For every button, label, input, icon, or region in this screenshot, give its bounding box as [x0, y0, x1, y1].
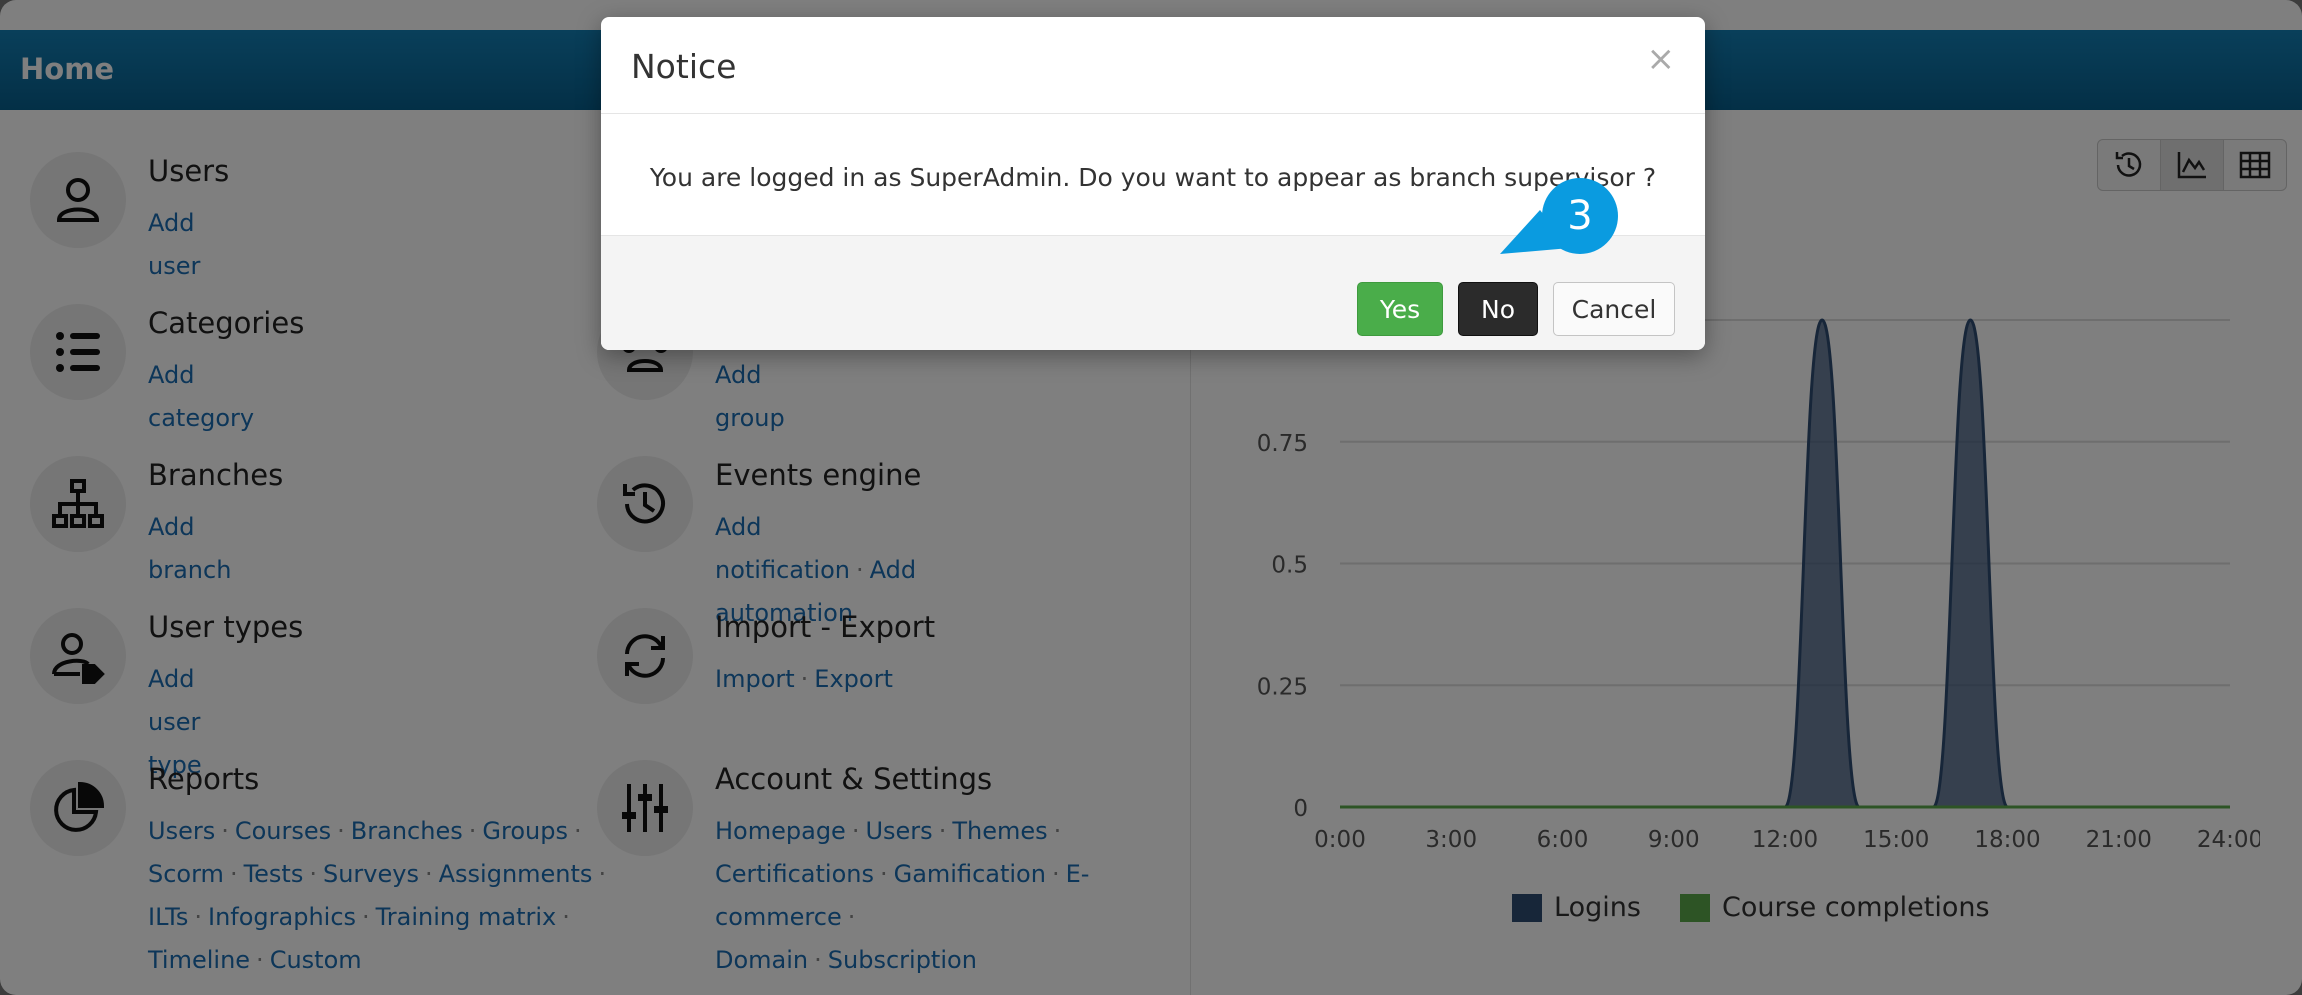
- no-button[interactable]: No: [1458, 282, 1538, 336]
- step-number: 3: [1567, 193, 1592, 239]
- dialog-header: Notice ×: [601, 17, 1705, 114]
- cancel-button[interactable]: Cancel: [1553, 282, 1675, 336]
- yes-button[interactable]: Yes: [1357, 282, 1443, 336]
- dialog-title: Notice: [631, 47, 737, 86]
- step-callout: 3: [1500, 178, 1618, 254]
- close-icon[interactable]: ×: [1647, 39, 1676, 79]
